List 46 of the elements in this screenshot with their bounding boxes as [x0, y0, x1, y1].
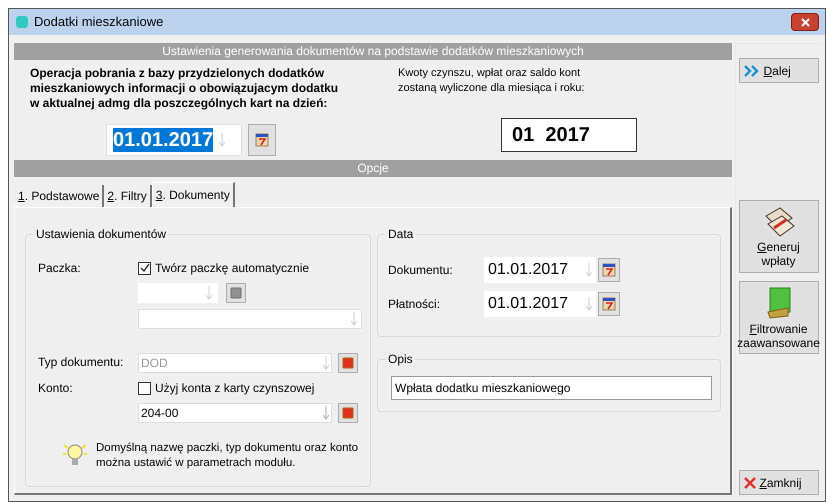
account-label: Konto:	[38, 380, 74, 397]
description-field[interactable]: Wpłata dodatku mieszkaniowego	[391, 376, 712, 400]
close-button[interactable]: Zamknij	[738, 470, 818, 495]
amounts-description: Kwoty czynszu, wpłat oraz saldo kont zostaną wyliczone dla miesiąca i roku:	[398, 66, 586, 96]
calendar-icon	[255, 133, 269, 147]
period-field: 01 2017	[501, 118, 637, 152]
date-field[interactable]: 01.01.2017	[484, 257, 596, 283]
close-button[interactable]	[791, 13, 819, 31]
hint-text: Domyślną nazwę paczki, typ dokumentu oraz konto można ustawić w parametrach modułu.	[96, 441, 358, 471]
next-button[interactable]: Dalej	[738, 58, 818, 83]
tab[interactable]: 3. Dokumenty	[152, 182, 235, 207]
account-dropdown[interactable]: 204-00	[138, 403, 332, 423]
app-icon	[15, 15, 29, 29]
close-icon	[744, 476, 756, 488]
calendar-button[interactable]	[248, 124, 276, 156]
tab[interactable]: 2. Filtry	[104, 185, 152, 207]
checkbox[interactable]	[138, 262, 151, 274]
calendar-button[interactable]	[598, 292, 620, 316]
tab[interactable]: 1. Podstawowe	[15, 185, 104, 207]
group-title: Data	[386, 227, 416, 241]
close-icon	[800, 18, 810, 26]
lookup-button[interactable]	[338, 403, 358, 423]
select-button[interactable]	[226, 283, 246, 303]
checkbox-label: Twórz paczkę automatycznie	[155, 260, 310, 277]
operation-description: Operacja pobrania z bazy przydzielonych dodatków mieszkaniowych informacji o obowiązujacym dodatku w aktualnej admg dla poszczególnych kart na dzień:	[30, 66, 340, 111]
generate-button[interactable]: Generuj wpłaty	[738, 200, 818, 273]
calendar-button[interactable]	[598, 258, 620, 282]
date-field[interactable]: 01.01.2017	[106, 124, 242, 156]
double-chevron-icon	[744, 64, 760, 76]
date-value: 01.01.2017	[113, 128, 214, 152]
calendar-icon	[602, 263, 616, 277]
date-label: Płatności:	[388, 296, 442, 313]
calendar-icon	[602, 297, 616, 311]
dropdown-arrow-icon[interactable]	[323, 406, 329, 420]
group-title: Ustawienia dokumentów	[34, 227, 168, 241]
date-field[interactable]: 01.01.2017	[484, 291, 596, 317]
package-label: Paczka:	[38, 260, 82, 277]
window-title: Dodatki mieszkaniowe	[34, 13, 164, 32]
section-header: Opcje	[14, 160, 732, 177]
section-header: Ustawienia generowania dokumentów na podstawie dodatków mieszkaniowych	[14, 43, 732, 60]
checkbox[interactable]	[138, 382, 151, 394]
date-label: Dokumentu:	[388, 262, 454, 279]
group-title: Opis	[386, 352, 415, 366]
checkbox-label: Użyj konta z karty czynszowej	[155, 380, 314, 397]
lookup-button[interactable]	[338, 353, 358, 373]
filter-button[interactable]: Filtrowanie zaawansowane	[738, 281, 818, 354]
